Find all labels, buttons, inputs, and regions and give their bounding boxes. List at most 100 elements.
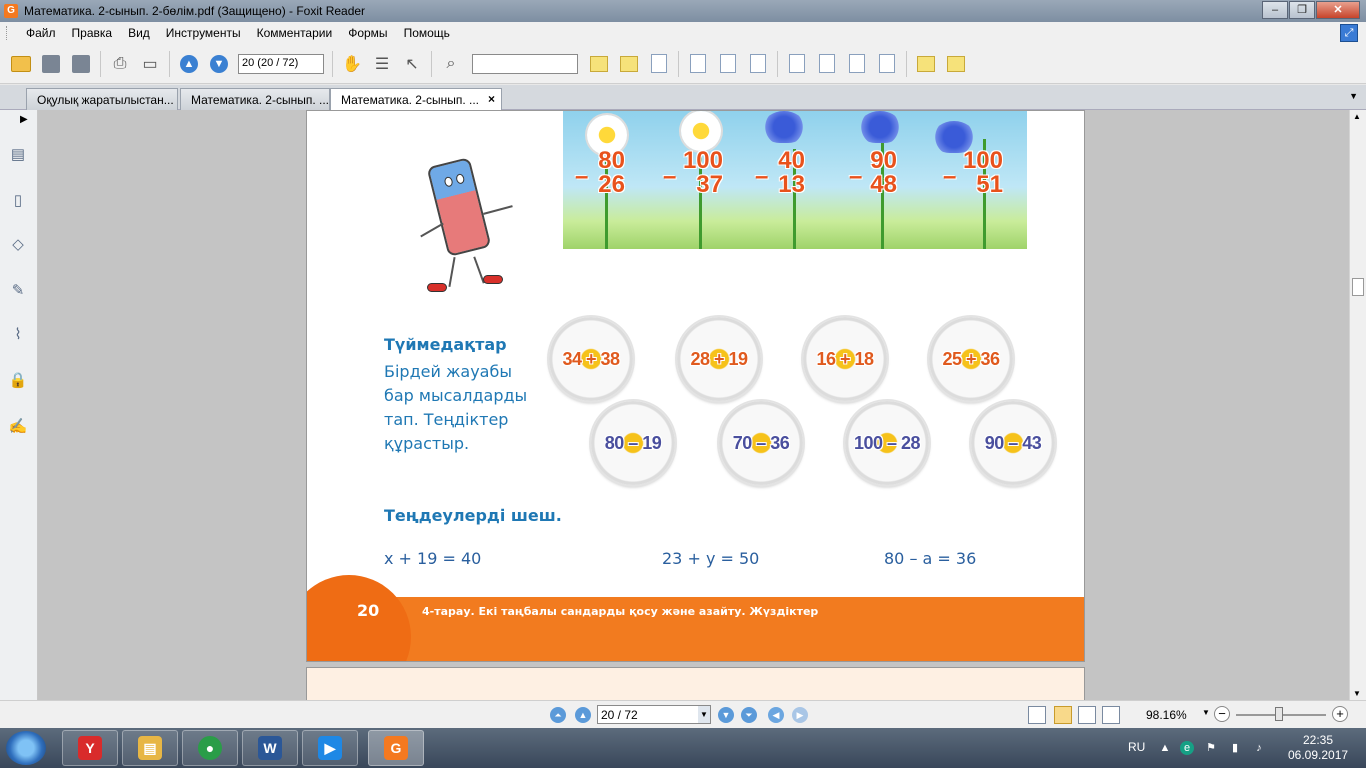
task-instructions: Бірдей жауабы бар мысалдарды тап. Теңдік… [384, 362, 528, 453]
network-signal-icon[interactable]: ▮ [1228, 741, 1242, 755]
back-arrow-icon[interactable]: ◀ [768, 707, 784, 723]
taskbar-file-explorer[interactable]: ▤ [122, 730, 178, 766]
save-as-icon [72, 54, 90, 73]
volume-icon[interactable]: ♪ [1252, 741, 1266, 755]
search-input[interactable] [472, 53, 578, 74]
tab-document-2[interactable]: Математика. 2-сынып. ... [180, 88, 330, 110]
equation: 80 – a = 36 [884, 549, 977, 568]
page-number-field[interactable]: 20 (20 / 72) [238, 53, 324, 74]
menu-grip [6, 26, 10, 40]
menu-tools[interactable]: Инструменты [158, 26, 249, 40]
zoom-level[interactable]: 98.16% [1146, 708, 1187, 722]
next-page-button[interactable]: ▼ [206, 51, 232, 77]
zoom-in-button[interactable]: + [1332, 706, 1348, 722]
taskbar-word[interactable]: W [242, 730, 298, 766]
menu-edit[interactable]: Правка [64, 26, 121, 40]
create-pdf-button[interactable] [784, 51, 810, 77]
scroll-up-icon[interactable]: ▲ [1353, 112, 1361, 121]
typewriter-button[interactable] [913, 51, 939, 77]
menu-file[interactable]: Файл [18, 26, 64, 40]
scroll-down-icon[interactable]: ▼ [1353, 689, 1361, 698]
actual-size-icon [690, 54, 706, 73]
zoom-out-button[interactable]: − [1214, 706, 1230, 722]
previous-page-button[interactable]: ▲ [176, 51, 202, 77]
pages-icon[interactable]: ▯ [8, 190, 28, 212]
signature-icon[interactable]: ✍ [8, 416, 28, 438]
scroll-thumb[interactable] [1352, 278, 1364, 296]
restore-window-icon[interactable]: ⤢ [1340, 24, 1358, 42]
save-button[interactable] [38, 51, 64, 77]
zoom-dropdown-icon[interactable]: ▼ [1202, 708, 1210, 717]
clock-date: 06.09.2017 [1288, 748, 1349, 762]
chrome-icon: ● [198, 736, 222, 760]
show-hidden-icons-icon[interactable]: ▲ [1158, 741, 1172, 755]
facing-view-icon[interactable] [1078, 706, 1096, 724]
find-button[interactable]: ⌕ [438, 51, 464, 77]
first-page-icon[interactable]: ⏶ [550, 707, 566, 723]
bookmarks-icon[interactable]: ▤ [8, 144, 28, 166]
open-button[interactable] [8, 51, 34, 77]
expand-panel-icon[interactable]: ▶ [20, 114, 28, 125]
taskbar-media-player[interactable]: ▶ [302, 730, 358, 766]
note-button[interactable] [943, 51, 969, 77]
actual-size-button[interactable] [685, 51, 711, 77]
forward-arrow-icon[interactable]: ▶ [792, 707, 808, 723]
tray-app-icon[interactable]: e [1180, 741, 1194, 755]
scan-button[interactable]: ▭ [137, 51, 163, 77]
equation: 23 + y = 50 [662, 549, 760, 568]
maximize-button[interactable]: ❐ [1289, 1, 1315, 19]
single-page-view-icon[interactable] [1028, 706, 1046, 724]
layers-icon[interactable]: ◇ [8, 234, 28, 256]
document-viewport[interactable]: – 80 26 – 100 37 – 40 13 – 90 48 – 100 5… [38, 110, 1349, 700]
minuend: 40 [778, 147, 805, 174]
taskbar-yandex-browser[interactable]: Y [62, 730, 118, 766]
print-button[interactable]: ⎙ [107, 51, 133, 77]
continuous-facing-view-icon[interactable] [1102, 706, 1120, 724]
minuend: 80 [598, 147, 625, 174]
last-page-icon[interactable]: ⏷ [741, 707, 757, 723]
save-as-button[interactable] [68, 51, 94, 77]
menu-view[interactable]: Вид [120, 26, 158, 40]
page-selector[interactable]: 20 / 72 ▼ [597, 705, 711, 724]
tab-document-1[interactable]: Оқулық жаратылыстан... [26, 88, 178, 110]
zoom-slider-thumb[interactable] [1275, 707, 1283, 721]
menu-help[interactable]: Помощь [396, 26, 458, 40]
attachments-icon[interactable]: ⌇ [8, 324, 28, 346]
fit-page-button[interactable] [715, 51, 741, 77]
next-page-icon[interactable]: ▼ [718, 707, 734, 723]
security-lock-icon[interactable]: 🔒 [8, 370, 28, 392]
tabs-dropdown-icon[interactable]: ▼ [1349, 91, 1358, 101]
start-button[interactable] [6, 731, 46, 765]
menu-forms[interactable]: Формы [340, 26, 395, 40]
input-language[interactable]: RU [1128, 740, 1145, 754]
search-options-button[interactable] [646, 51, 672, 77]
taskbar-chrome[interactable]: ● [182, 730, 238, 766]
comments-icon[interactable]: ✎ [8, 280, 28, 302]
minuend: 90 [870, 147, 897, 174]
continuous-view-icon[interactable] [1054, 706, 1072, 724]
minimize-button[interactable]: – [1262, 1, 1288, 19]
eraser-eye [455, 173, 466, 185]
close-button[interactable]: ✕ [1316, 1, 1360, 19]
tab-close-icon[interactable]: × [488, 92, 495, 106]
toolbar-separator [332, 50, 333, 77]
addition-expression: 25 + 36 [942, 348, 1000, 369]
pdf-convert-button[interactable] [844, 51, 870, 77]
system-clock[interactable]: 22:35 06.09.2017 [1288, 733, 1348, 763]
find-previous-button[interactable] [586, 51, 612, 77]
page-selector-dropdown-icon[interactable]: ▼ [698, 706, 710, 723]
taskbar-foxit-reader[interactable]: G [368, 730, 424, 766]
menu-comments[interactable]: Комментарии [249, 26, 341, 40]
tab-document-3[interactable]: Математика. 2-сынып. ... × [330, 88, 502, 111]
fit-width-button[interactable] [745, 51, 771, 77]
vertical-scrollbar[interactable]: ▲ ▼ [1349, 110, 1366, 700]
pdf-from-scanner-button[interactable] [814, 51, 840, 77]
action-center-icon[interactable]: ⚑ [1204, 741, 1218, 755]
select-tool-button[interactable]: ↖ [399, 51, 425, 77]
hand-tool-button[interactable]: ✋ [339, 51, 365, 77]
previous-page-icon[interactable]: ▲ [575, 707, 591, 723]
addition-expression: 16 + 18 [816, 348, 874, 369]
pdf-combine-button[interactable] [874, 51, 900, 77]
select-text-button[interactable]: ☰ [369, 51, 395, 77]
find-next-button[interactable] [616, 51, 642, 77]
